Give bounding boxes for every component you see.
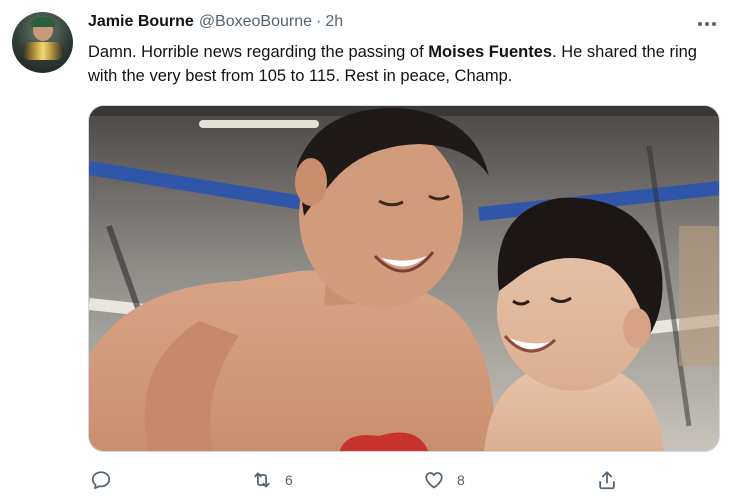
retweet-button[interactable]: 6: [251, 466, 293, 494]
like-button[interactable]: 8: [423, 466, 465, 494]
photo-illustration: [89, 106, 719, 451]
tweet-text-bold: Moises Fuentes: [428, 43, 553, 61]
tweet-actions: 6 8: [88, 466, 728, 494]
tweet-timestamp[interactable]: 2h: [325, 13, 343, 31]
avatar[interactable]: [12, 12, 73, 73]
tweet-card[interactable]: Jamie Bourne @BoxeoBourne · 2h Damn. Hor…: [0, 0, 746, 500]
tweet-header: Jamie Bourne @BoxeoBourne · 2h: [88, 13, 343, 31]
tweet-photo[interactable]: [88, 105, 720, 452]
share-button[interactable]: [596, 466, 618, 494]
tweet-text: Damn. Horrible news regarding the passin…: [88, 40, 728, 88]
share-icon: [599, 471, 615, 490]
like-count: 8: [457, 472, 465, 488]
header-separator: ·: [316, 13, 322, 30]
reply-button[interactable]: [90, 466, 112, 494]
author-name[interactable]: Jamie Bourne: [88, 13, 194, 31]
more-options-icon[interactable]: [694, 14, 720, 34]
avatar-cap: [31, 17, 55, 27]
reply-icon: [91, 471, 111, 490]
retweet-count: 6: [285, 472, 293, 488]
retweet-icon: [254, 472, 270, 488]
more-dot: [698, 22, 702, 26]
heart-icon: [425, 472, 443, 489]
author-handle[interactable]: @BoxeoBourne: [199, 13, 312, 31]
avatar-belt: [22, 42, 64, 60]
tweet-text-part: Damn. Horrible news regarding the passin…: [88, 43, 429, 61]
more-dot: [712, 22, 716, 26]
more-dot: [705, 22, 709, 26]
